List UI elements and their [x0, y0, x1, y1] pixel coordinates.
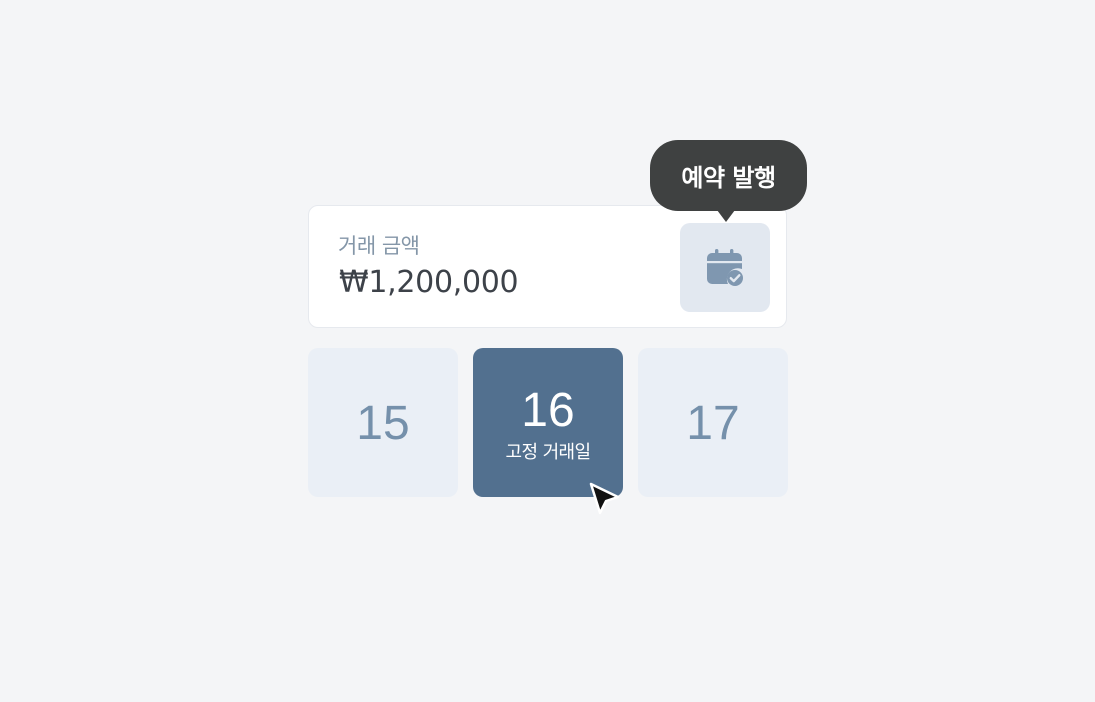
date-tile-day: 15 [356, 397, 410, 450]
tooltip-text: 예약 발행 [681, 164, 776, 192]
tooltip: 예약 발행 [650, 140, 807, 211]
date-tile-17[interactable]: 17 [638, 348, 788, 497]
schedule-button[interactable] [680, 223, 770, 312]
date-tile-16[interactable]: 16 고정 거래일 [473, 348, 623, 497]
amount-label: 거래 금액 [338, 234, 420, 258]
tooltip-arrow [717, 210, 735, 222]
date-tile-day: 17 [686, 397, 740, 450]
amount-value: ₩1,200,000 [339, 265, 519, 300]
date-tile-sub-label: 고정 거래일 [505, 442, 592, 463]
date-tile-15[interactable]: 15 [308, 348, 458, 497]
amount-card: 거래 금액 ₩1,200,000 [308, 205, 787, 328]
date-tile-day: 16 [521, 384, 575, 437]
calendar-check-icon [706, 248, 744, 288]
